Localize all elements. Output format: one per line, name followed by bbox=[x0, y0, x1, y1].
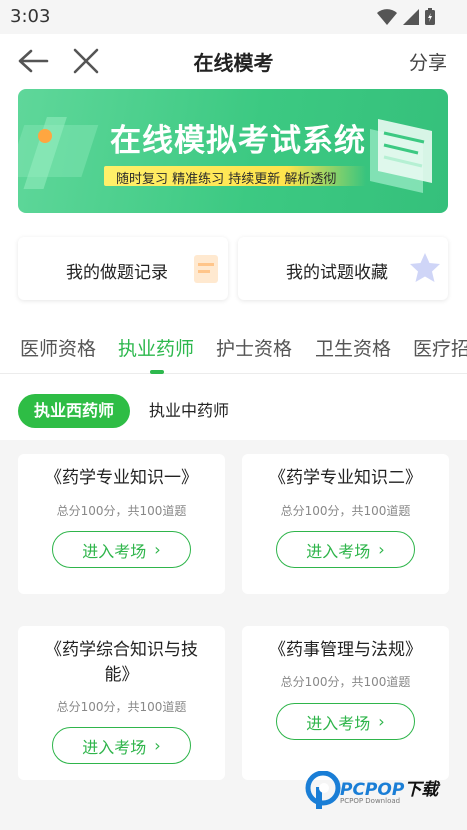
enter-exam-label: 进入考场 bbox=[306, 541, 371, 561]
arrow-left-icon bbox=[18, 49, 49, 73]
exam-paper-card: 《药学专业知识二》 总分100分，共100道题 进入考场 › bbox=[242, 454, 449, 594]
paper-meta: 总分100分，共100道题 bbox=[280, 675, 411, 689]
wifi-icon bbox=[377, 8, 397, 25]
enter-exam-button[interactable]: 进入考场 › bbox=[276, 703, 415, 740]
subtab-western-pharmacist[interactable]: 执业西药师 bbox=[18, 394, 130, 428]
quick-link-label: 我的试题收藏 bbox=[286, 263, 388, 283]
my-practice-records-card[interactable]: 我的做题记录 bbox=[18, 237, 228, 300]
watermark-brand-cn: 下载 bbox=[404, 780, 439, 800]
paper-title: 《药学综合知识与技能》 bbox=[45, 640, 198, 685]
tab-physician[interactable]: 医师资格 bbox=[20, 334, 96, 361]
top-navbar: 在线模考 分享 bbox=[0, 34, 467, 88]
chevron-right-icon: › bbox=[154, 540, 161, 559]
enter-exam-button[interactable]: 进入考场 › bbox=[276, 531, 415, 568]
status-bar: 3:03 bbox=[0, 0, 467, 34]
tab-medical-recruit[interactable]: 医疗招 bbox=[413, 334, 467, 361]
pcpop-watermark: PCPOP下载 PCPOP Download bbox=[304, 771, 454, 817]
enter-exam-label: 进入考场 bbox=[82, 737, 147, 757]
page-title: 在线模考 bbox=[193, 51, 274, 75]
watermark-subtitle: PCPOP Download bbox=[340, 797, 401, 805]
status-time: 3:03 bbox=[10, 6, 51, 27]
promo-banner[interactable]: 在线模拟考试系统 随时复习 精准练习 持续更新 解析透彻 bbox=[18, 89, 448, 213]
pcpop-logo-icon bbox=[305, 771, 341, 809]
paper-title: 《药事管理与法规》 bbox=[269, 640, 422, 660]
enter-exam-label: 进入考场 bbox=[82, 541, 147, 561]
paper-title: 《药学专业知识一》 bbox=[45, 468, 198, 488]
chevron-right-icon: › bbox=[378, 540, 385, 559]
category-tabs: 医师资格 执业药师 护士资格 卫生资格 医疗招 bbox=[0, 314, 467, 374]
tab-licensed-pharmacist[interactable]: 执业药师 bbox=[118, 334, 194, 361]
active-tab-indicator bbox=[150, 370, 164, 374]
status-icons bbox=[377, 8, 435, 25]
paper-meta: 总分100分，共100道题 bbox=[56, 504, 187, 518]
paper-meta: 总分100分，共100道题 bbox=[280, 504, 411, 518]
close-button[interactable] bbox=[72, 46, 100, 76]
subtab-tcm-pharmacist[interactable]: 执业中药师 bbox=[149, 394, 229, 428]
banner-title: 在线模拟考试系统 bbox=[110, 123, 366, 159]
enter-exam-label: 进入考场 bbox=[306, 713, 371, 733]
paper-title: 《药学专业知识二》 bbox=[269, 468, 422, 488]
back-button[interactable] bbox=[16, 46, 50, 76]
my-favorites-card[interactable]: 我的试题收藏 bbox=[238, 237, 448, 300]
tab-nurse[interactable]: 护士资格 bbox=[216, 334, 292, 361]
star-icon bbox=[410, 253, 440, 282]
main-content[interactable]: 在线模拟考试系统 随时复习 精准练习 持续更新 解析透彻 我的做题记录 我的试题… bbox=[0, 88, 467, 830]
chevron-right-icon: › bbox=[154, 736, 161, 755]
quick-link-label: 我的做题记录 bbox=[66, 263, 168, 283]
exam-paper-card: 《药学专业知识一》 总分100分，共100道题 进入考场 › bbox=[18, 454, 225, 594]
chevron-right-icon: › bbox=[378, 712, 385, 731]
enter-exam-button[interactable]: 进入考场 › bbox=[52, 531, 191, 568]
notebook-icon bbox=[194, 255, 218, 283]
battery-icon bbox=[425, 8, 435, 25]
exam-paper-card: 《药事管理与法规》 总分100分，共100道题 进入考场 › bbox=[242, 626, 449, 780]
paper-meta: 总分100分，共100道题 bbox=[56, 700, 187, 714]
banner-subtitle: 随时复习 精准练习 持续更新 解析透彻 bbox=[116, 172, 337, 187]
tab-health[interactable]: 卫生资格 bbox=[315, 334, 391, 361]
share-button[interactable]: 分享 bbox=[409, 48, 447, 75]
exam-paper-card: 《药学综合知识与技能》 总分100分，共100道题 进入考场 › bbox=[18, 626, 225, 780]
close-icon bbox=[73, 48, 99, 74]
signal-icon bbox=[403, 8, 419, 25]
enter-exam-button[interactable]: 进入考场 › bbox=[52, 727, 191, 764]
